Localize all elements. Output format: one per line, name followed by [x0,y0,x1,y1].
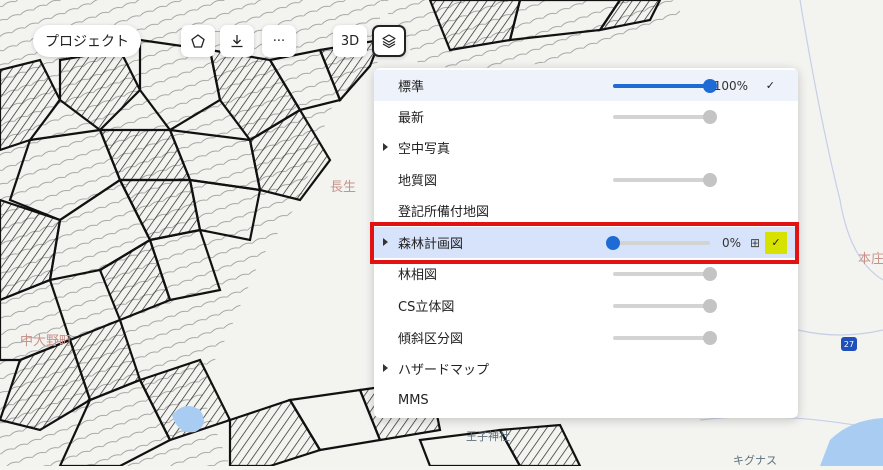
layer-row-hazard[interactable]: ハザードマップ [374,353,798,384]
polygon-icon [191,34,205,48]
layers-icon [382,34,396,49]
download-button[interactable] [220,25,254,57]
opacity-slider[interactable] [613,109,717,124]
opacity-value: 100% [713,78,748,93]
layer-label: 登記所備付地図 [398,205,490,220]
layer-label: ハザードマップ [398,363,490,378]
3d-button[interactable]: 3D [333,25,367,57]
download-icon [231,35,243,48]
opacity-slider[interactable] [613,172,717,187]
polygon-button[interactable] [181,25,215,57]
layer-label: 標準 [398,80,425,95]
layer-label: MMS [398,393,429,408]
layer-label: 最新 [398,111,425,126]
check-icon[interactable]: ✓ [765,231,787,254]
opacity-slider[interactable] [613,330,717,345]
route-badge: 27 [841,337,857,351]
layer-row-forest-plan[interactable]: 森林計画図 0% ⊞ ✓ [374,227,798,258]
opacity-value: 0% [721,235,741,250]
map-label-town: 中大野町 [20,334,73,349]
layer-row-forest-type[interactable]: 林相図 [374,258,798,289]
opacity-slider[interactable] [606,235,710,250]
map-label-nagao: 長生 [330,180,357,195]
layer-label: 林相図 [398,268,438,283]
expand-caret-icon[interactable] [383,238,388,246]
map-label-shrine: 王子神社 [466,430,510,443]
layer-row-latest[interactable]: 最新 [374,101,798,132]
layer-row-mms[interactable]: MMS [374,385,798,416]
table-icon[interactable]: ⊞ [750,236,760,250]
layer-row-geology[interactable]: 地質図 [374,164,798,195]
layer-label: 地質図 [398,174,438,189]
opacity-slider[interactable] [613,266,717,281]
opacity-slider[interactable] [613,298,717,313]
check-icon[interactable]: ✓ [766,79,775,92]
layer-label: 空中写真 [398,142,451,157]
project-button[interactable]: プロジェクト [33,25,141,57]
layer-row-registry-map[interactable]: 登記所備付地図 [374,195,798,226]
expand-caret-icon[interactable] [383,364,388,372]
expand-caret-icon[interactable] [383,143,388,151]
layer-label: CS立体図 [398,300,455,315]
layer-label: 傾斜区分図 [398,332,464,347]
layer-label: 森林計画図 [398,237,464,252]
layer-row-cs-relief[interactable]: CS立体図 [374,290,798,321]
layer-row-standard[interactable]: 標準 100% ✓ [374,70,798,101]
layer-row-aerial[interactable]: 空中写真 [374,132,798,163]
layer-row-slope[interactable]: 傾斜区分図 [374,322,798,353]
layers-button[interactable] [372,25,406,57]
map-label-honjo: 本庄 [858,252,883,267]
more-button[interactable]: ··· [262,25,296,57]
layer-panel: 標準 100% ✓ 最新 空中写真 地質図 登記所備付地図 森林計画図 0% ⊞… [374,68,798,418]
opacity-slider[interactable] [613,78,717,93]
